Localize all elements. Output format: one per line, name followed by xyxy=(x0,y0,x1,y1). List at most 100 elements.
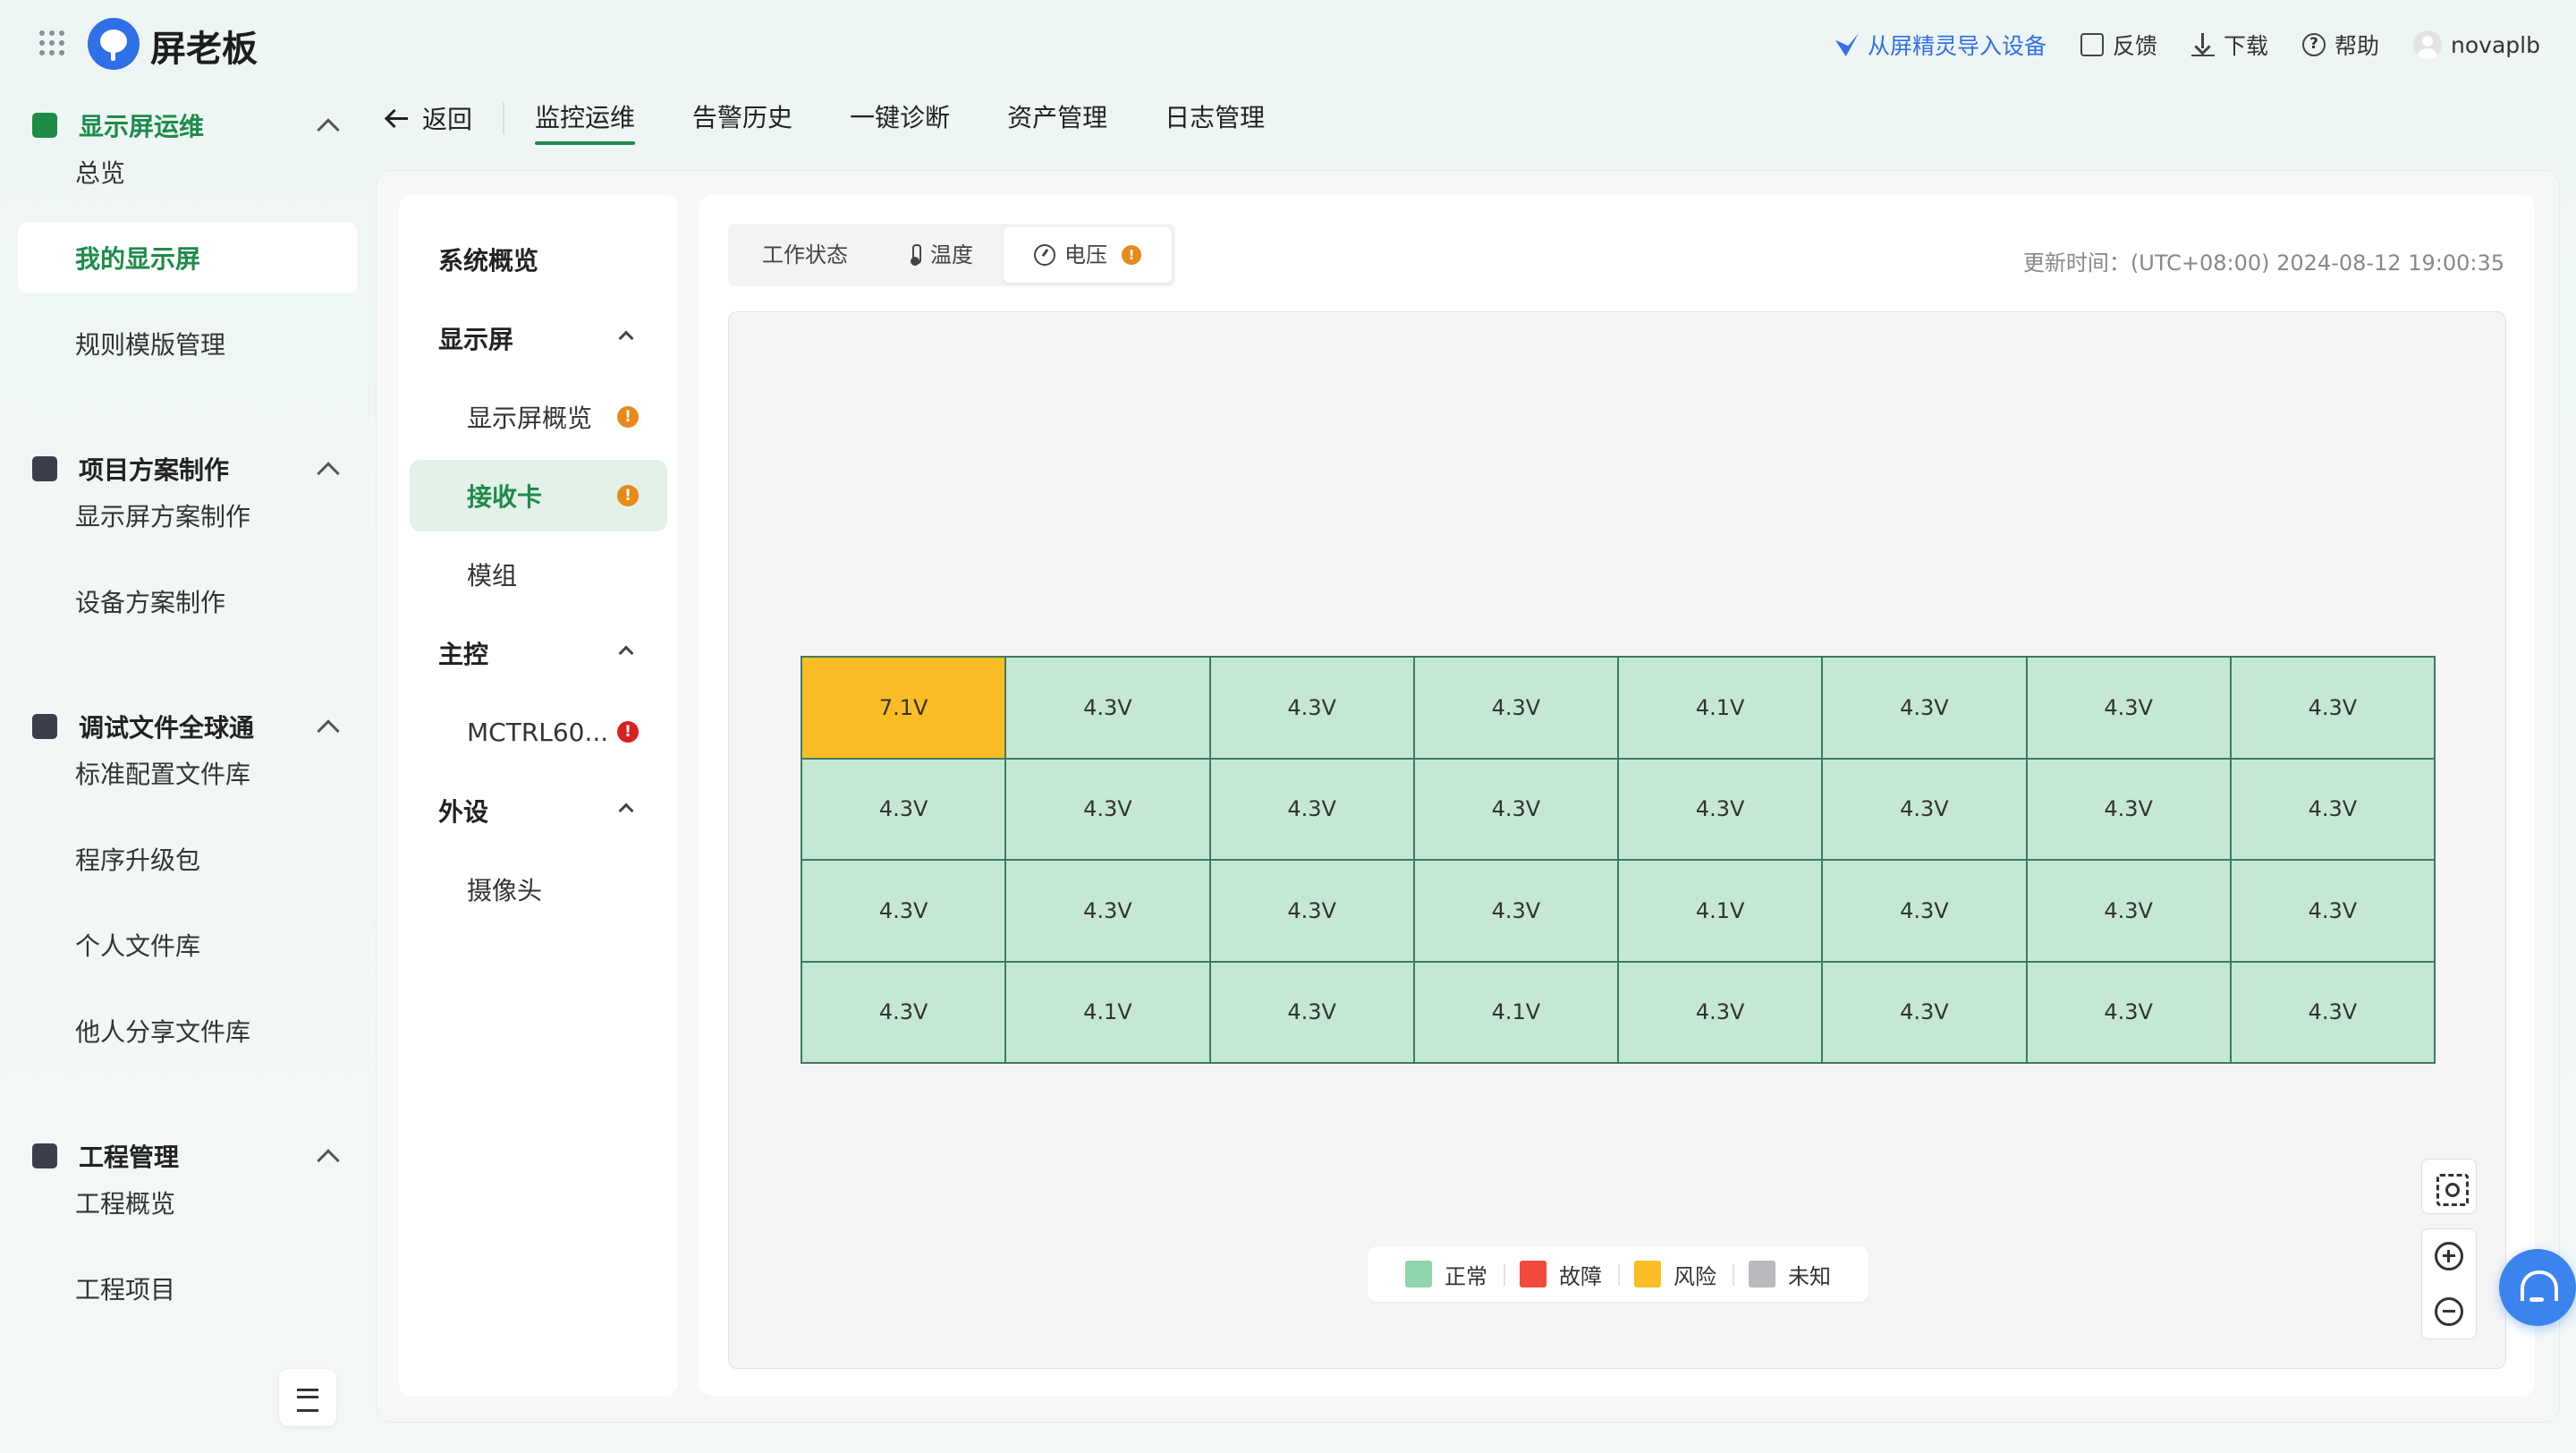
app-grid-icon[interactable] xyxy=(39,30,64,55)
grid-icon xyxy=(32,1143,57,1168)
receiver-card-cell[interactable]: 4.3V xyxy=(1618,758,1823,860)
sidebar-item-overview[interactable]: 总览 xyxy=(18,136,358,208)
tree-item-camera[interactable]: 摄像头 xyxy=(399,854,678,925)
tree-group-screen[interactable]: 显示屏 xyxy=(399,302,678,374)
fit-view-button[interactable] xyxy=(2421,1159,2477,1214)
tree-item-module[interactable]: 模组 xyxy=(399,539,678,610)
receiver-card-cell[interactable]: 4.3V xyxy=(2026,961,2231,1063)
receiver-card-cell[interactable]: 4.3V xyxy=(2230,657,2435,759)
receiver-card-cell[interactable]: 4.3V xyxy=(801,961,1006,1063)
tree-item-receiver-card[interactable]: 接收卡! xyxy=(410,460,667,531)
tab-alarm-history[interactable]: 告警历史 xyxy=(692,91,792,145)
user-menu[interactable]: novaplb xyxy=(2413,30,2540,59)
device-tree: 系统概览 显示屏 显示屏概览! 接收卡! 模组 主控 MCTRL60...! 外… xyxy=(399,195,678,1396)
receiver-card-cell[interactable]: 4.3V xyxy=(1005,860,1210,962)
receiver-card-cell[interactable]: 4.3V xyxy=(801,860,1006,962)
edit-icon xyxy=(2080,33,2104,56)
sidebar-item-engineering-overview[interactable]: 工程概览 xyxy=(18,1167,358,1238)
legend-item: 故障 xyxy=(1504,1259,1618,1290)
gauge-icon xyxy=(1034,244,1055,266)
username: novaplb xyxy=(2451,31,2540,58)
brand-logo[interactable] xyxy=(88,18,140,70)
receiver-card-cell[interactable]: 4.3V xyxy=(2026,860,2231,962)
receiver-card-cell[interactable]: 4.3V xyxy=(2230,758,2435,860)
back-button[interactable]: 返回 xyxy=(385,102,505,134)
tree-group-label: 主控 xyxy=(438,640,489,669)
back-label: 返回 xyxy=(422,105,473,134)
tab-voltage[interactable]: 电压! xyxy=(1004,227,1172,283)
tab-diagnosis[interactable]: 一键诊断 xyxy=(850,91,950,145)
tree-item-screen-overview[interactable]: 显示屏概览! xyxy=(399,381,678,453)
receiver-card-cell[interactable]: 4.3V xyxy=(1209,758,1414,860)
receiver-card-cell[interactable]: 4.3V xyxy=(1822,758,2027,860)
import-devices-link[interactable]: 从屏精灵导入设备 xyxy=(1835,29,2046,61)
import-devices-label: 从屏精灵导入设备 xyxy=(1867,33,2046,59)
tab-work-status[interactable]: 工作状态 xyxy=(732,227,878,283)
tree-group-master[interactable]: 主控 xyxy=(399,617,678,689)
tab-asset-management[interactable]: 资产管理 xyxy=(1007,91,1107,145)
sidebar-item-my-screens[interactable]: 我的显示屏 xyxy=(18,222,358,293)
customer-support-button[interactable] xyxy=(2499,1249,2576,1326)
receiver-card-cell[interactable]: 4.3V xyxy=(1413,860,1618,962)
tree-system-overview[interactable]: 系统概览 xyxy=(399,224,678,295)
sidebar-item-rule-templates[interactable]: 规则模版管理 xyxy=(18,308,358,379)
legend-item: 未知 xyxy=(1733,1259,1847,1290)
warning-icon: ! xyxy=(617,406,639,428)
receiver-card-cell[interactable]: 4.3V xyxy=(1413,657,1618,759)
help-button[interactable]: ? 帮助 xyxy=(2302,29,2379,61)
tree-group-label: 外设 xyxy=(438,797,489,827)
arrow-left-icon xyxy=(385,106,408,130)
receiver-card-cell[interactable]: 4.3V xyxy=(1822,657,2027,759)
download-icon xyxy=(2191,33,2216,56)
tab-temperature[interactable]: 温度 xyxy=(878,227,1004,283)
receiver-card-cell[interactable]: 4.3V xyxy=(2026,758,2231,860)
sidebar: 显示屏运维 总览 我的显示屏 规则模版管理 项目方案制作 显示屏方案制作 设备方… xyxy=(0,88,376,1453)
sidebar-item-upgrade-packages[interactable]: 程序升级包 xyxy=(18,823,358,895)
legend-label: 故障 xyxy=(1559,1263,1602,1289)
download-button[interactable]: 下载 xyxy=(2191,29,2268,61)
receiver-card-cell[interactable]: 4.3V xyxy=(1005,657,1210,759)
receiver-card-cell[interactable]: 4.3V xyxy=(2026,657,2231,759)
voltage-map-canvas[interactable]: 7.1V 4.3V 4.3V 4.3V 4.1V 4.3V 4.3V 4.3V 4.3V 4.3V… xyxy=(728,311,2506,1369)
zoom-in-icon[interactable] xyxy=(2435,1242,2463,1270)
collapse-sidebar-button[interactable] xyxy=(279,1369,336,1426)
tree-item-controller[interactable]: MCTRL60...! xyxy=(399,696,678,768)
sidebar-item-shared-files[interactable]: 他人分享文件库 xyxy=(18,995,358,1066)
tab-log-management[interactable]: 日志管理 xyxy=(1165,91,1265,145)
receiver-card-cell[interactable]: 4.3V xyxy=(1413,758,1618,860)
receiver-card-cell[interactable]: 4.3V xyxy=(1209,860,1414,962)
receiver-card-cell[interactable]: 4.1V xyxy=(1618,657,1823,759)
zoom-out-icon[interactable] xyxy=(2435,1297,2463,1326)
tab-label: 工作状态 xyxy=(762,242,848,268)
receiver-card-cell[interactable]: 4.1V xyxy=(1618,860,1823,962)
receiver-card-cell[interactable]: 7.1V xyxy=(801,657,1006,759)
tree-group-peripheral[interactable]: 外设 xyxy=(399,775,678,846)
receiver-card-cell[interactable]: 4.3V xyxy=(1005,758,1210,860)
sidebar-item-standard-configs[interactable]: 标准配置文件库 xyxy=(18,737,358,809)
legend-item: 正常 xyxy=(1389,1259,1504,1290)
receiver-card-cell[interactable]: 4.1V xyxy=(1413,961,1618,1063)
receiver-card-cell[interactable]: 4.3V xyxy=(2230,961,2435,1063)
chevron-up-icon xyxy=(618,330,634,346)
legend-swatch xyxy=(1520,1261,1546,1287)
receiver-card-cell[interactable]: 4.3V xyxy=(2230,860,2435,962)
sidebar-item-screen-plans[interactable]: 显示屏方案制作 xyxy=(18,480,358,551)
feedback-button[interactable]: 反馈 xyxy=(2080,29,2157,61)
receiver-card-cell[interactable]: 4.3V xyxy=(1822,961,2027,1063)
receiver-card-cell[interactable]: 4.3V xyxy=(1209,657,1414,759)
tree-item-label: MCTRL60... xyxy=(467,717,609,747)
receiver-card-cell[interactable]: 4.3V xyxy=(1209,961,1414,1063)
brand-name[interactable]: 屏老板 xyxy=(150,20,258,72)
folder-icon xyxy=(32,714,57,739)
legend-label: 正常 xyxy=(1445,1263,1487,1289)
sidebar-item-personal-files[interactable]: 个人文件库 xyxy=(18,909,358,981)
receiver-card-cell[interactable]: 4.3V xyxy=(801,758,1006,860)
receiver-card-cell[interactable]: 4.3V xyxy=(1618,961,1823,1063)
receiver-card-cell[interactable]: 4.3V xyxy=(1822,860,2027,962)
download-label: 下载 xyxy=(2224,33,2269,59)
tab-monitoring[interactable]: 监控运维 xyxy=(535,91,636,145)
sidebar-item-engineering-projects[interactable]: 工程项目 xyxy=(18,1253,358,1324)
receiver-card-cell[interactable]: 4.1V xyxy=(1005,961,1210,1063)
feedback-label: 反馈 xyxy=(2113,33,2158,59)
sidebar-item-device-plans[interactable]: 设备方案制作 xyxy=(18,565,358,637)
